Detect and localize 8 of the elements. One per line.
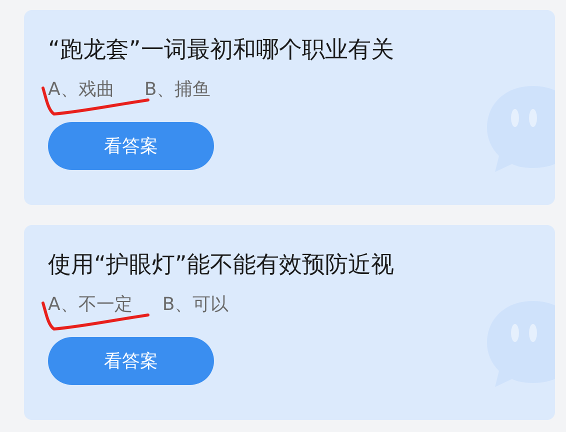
answer-option: B、可以 [162, 293, 229, 317]
answer-option: A、不一定 [48, 293, 132, 317]
answer-option: A、戏曲 [48, 78, 114, 102]
question-title: “跑龙套”一词最初和哪个职业有关 [48, 36, 395, 65]
answer-option: B、捕鱼 [144, 78, 211, 102]
view-answer-button[interactable]: 看答案 [48, 122, 214, 170]
question-title: 使用“护眼灯”能不能有效预防近视 [48, 251, 395, 280]
view-answer-button[interactable]: 看答案 [48, 337, 214, 385]
